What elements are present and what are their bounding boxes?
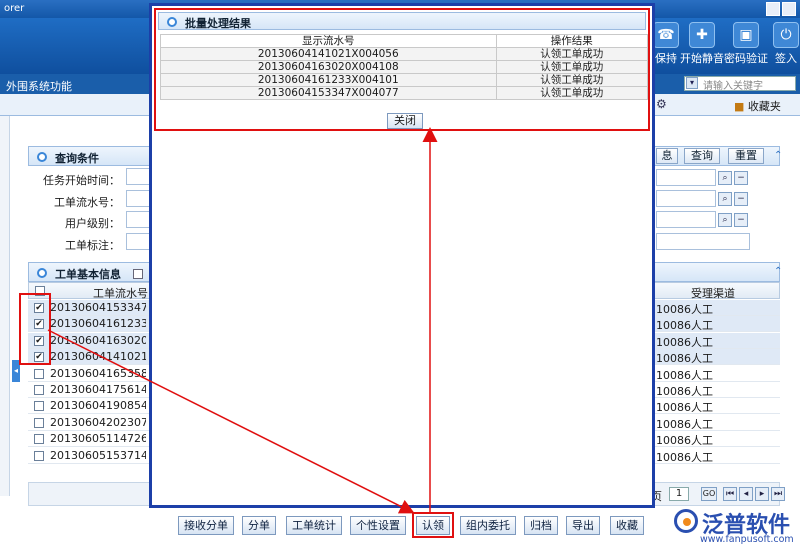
fanpu-logo: 泛普软件 www.fanpusoft.com: [672, 507, 796, 547]
fanpu-url: www.fanpusoft.com: [700, 534, 794, 545]
rows-to-claim-arrow: [47, 329, 415, 514]
fanpu-logo-mark-icon: [674, 509, 698, 533]
annotation-arrows: [47, 127, 438, 514]
